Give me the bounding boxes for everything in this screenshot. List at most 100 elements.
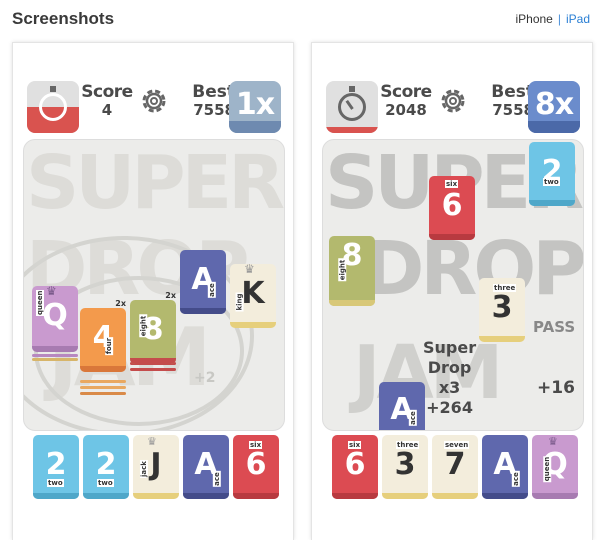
screenshot-1[interactable]: Score 4 Best 7558 1x SUPER DROP JAM Q qu… <box>12 42 294 540</box>
game-board[interactable]: SUPER DROP JAM Q queen ♛ 2x 4 four 2x 8 <box>23 139 285 431</box>
crown-icon: ♛ <box>244 262 255 276</box>
score-value: 2048 <box>385 101 427 119</box>
score-value: 4 <box>101 101 113 119</box>
tile-eight[interactable]: 2x 8 eight <box>130 291 176 364</box>
tile-eight[interactable]: 8 eight <box>329 236 375 306</box>
tile-base <box>130 358 176 364</box>
tile-face: A <box>194 447 218 482</box>
hand-tray: 2 two 2 two ♛ J jack A ace 6 six <box>27 435 283 505</box>
tile-face: 7 <box>444 447 466 482</box>
hand-tile-4[interactable]: A ace <box>482 435 528 499</box>
hand-tile-1[interactable]: 2 two <box>33 435 79 499</box>
tile-face: A <box>390 392 414 427</box>
tile-face: 3 <box>491 290 513 325</box>
tile-base <box>133 493 179 499</box>
tile-base <box>329 300 375 306</box>
tile-base <box>33 493 79 499</box>
screenshot-2[interactable]: Score 2048 Best 7558 8x SUPER DROP JAM 2… <box>311 42 593 540</box>
stack-layer <box>32 358 78 361</box>
tile-base <box>482 493 528 499</box>
tile-four[interactable]: 2x 4 four <box>80 299 126 372</box>
tile-badge: 2x <box>165 291 176 300</box>
tile-face: 6 <box>344 447 366 482</box>
tile-word: two <box>543 178 560 186</box>
tile-word: queen <box>543 455 552 483</box>
multiplier-fill <box>528 121 580 133</box>
timer-button[interactable] <box>326 81 378 133</box>
device-iphone-link[interactable]: iPhone <box>515 12 552 26</box>
tile-base <box>532 493 578 499</box>
tile-base <box>429 234 475 240</box>
stopwatch-icon <box>39 93 67 121</box>
tile-word: three <box>493 284 517 292</box>
tile-base <box>479 336 525 342</box>
gear-icon[interactable] <box>138 85 170 117</box>
tile-face: 2 <box>45 447 67 482</box>
stopwatch-knob <box>50 86 56 92</box>
combo-line: Super <box>423 338 477 357</box>
hand-tile-4[interactable]: A ace <box>183 435 229 499</box>
tile-badge: 2x <box>115 299 126 308</box>
hand-tile-5[interactable]: ♛ Q queen <box>532 435 578 499</box>
combo-line: Drop <box>427 358 472 377</box>
stack-layer <box>80 380 126 383</box>
stack-layer <box>130 368 176 371</box>
tile-face: 8 <box>142 312 164 347</box>
bg-word-drop: DROP <box>363 226 583 312</box>
game-board[interactable]: SUPER DROP JAM 2 two six 6 8 eight 3 thr… <box>322 139 584 431</box>
score-label: Score <box>380 82 432 102</box>
multiplier-badge: 1x <box>229 81 281 133</box>
tile-word: ace <box>212 471 221 487</box>
tile-ace[interactable]: A ace <box>379 382 425 430</box>
tile-queen[interactable]: Q queen ♛ <box>32 284 78 352</box>
score-display: Score 4 <box>81 83 133 119</box>
best-value: 7558 <box>193 101 235 119</box>
tile-face: A <box>191 262 215 297</box>
tile-base <box>83 493 129 499</box>
device-ipad-link[interactable]: iPad <box>566 12 590 26</box>
score-label: Score <box>81 82 133 102</box>
tile-two[interactable]: 2 two <box>529 142 575 206</box>
hand-tile-5[interactable]: 6 six <box>233 435 279 499</box>
tile-base <box>183 493 229 499</box>
multiplier-value: 1x <box>235 87 275 122</box>
tile-base <box>180 308 226 314</box>
gear-icon[interactable] <box>437 85 469 117</box>
tile-base <box>529 200 575 206</box>
hand-tile-2[interactable]: 2 two <box>83 435 129 499</box>
floating-bonus: +16 <box>537 378 575 398</box>
hand-tile-1[interactable]: six 6 <box>332 435 378 499</box>
combo-line: +264 <box>426 398 473 417</box>
best-display: Best 7558 <box>470 83 534 119</box>
tile-three[interactable]: 3 three <box>479 278 525 342</box>
tile-face: 6 <box>441 188 463 223</box>
pass-label: PASS <box>533 318 576 336</box>
tile-face: 2 <box>95 447 117 482</box>
tile-six[interactable]: six 6 <box>429 176 475 240</box>
tile-word: ace <box>207 282 216 298</box>
tile-base <box>80 366 126 372</box>
tile-word: jack <box>139 460 148 478</box>
game-top-bar: Score 4 Best 7558 1x <box>13 77 293 135</box>
hand-tile-3[interactable]: ♛ J jack <box>133 435 179 499</box>
multiplier-badge: 8x <box>528 81 580 133</box>
timer-button[interactable] <box>27 81 79 133</box>
timer-fill <box>326 127 378 133</box>
tile-base <box>32 346 78 352</box>
tile-ace[interactable]: A ace <box>180 250 226 314</box>
multiplier-fill <box>229 121 281 133</box>
hand-tile-3[interactable]: seven 7 <box>432 435 478 499</box>
tile-face: 6 <box>245 447 267 482</box>
floating-bonus: +2 <box>194 370 216 386</box>
tile-word: ace <box>408 410 417 426</box>
score-display: Score 2048 <box>380 83 432 119</box>
tile-king[interactable]: ♛ K king <box>230 262 276 328</box>
hand-tray: six 6 three 3 seven 7 A ace ♛ Q queen <box>326 435 582 505</box>
stack-layer <box>80 386 126 389</box>
best-value: 7558 <box>492 101 534 119</box>
hand-tile-2[interactable]: three 3 <box>382 435 428 499</box>
tile-word: two <box>47 479 64 487</box>
tile-word: two <box>97 479 114 487</box>
section-title: Screenshots <box>12 9 115 28</box>
tile-word: queen <box>36 289 44 316</box>
